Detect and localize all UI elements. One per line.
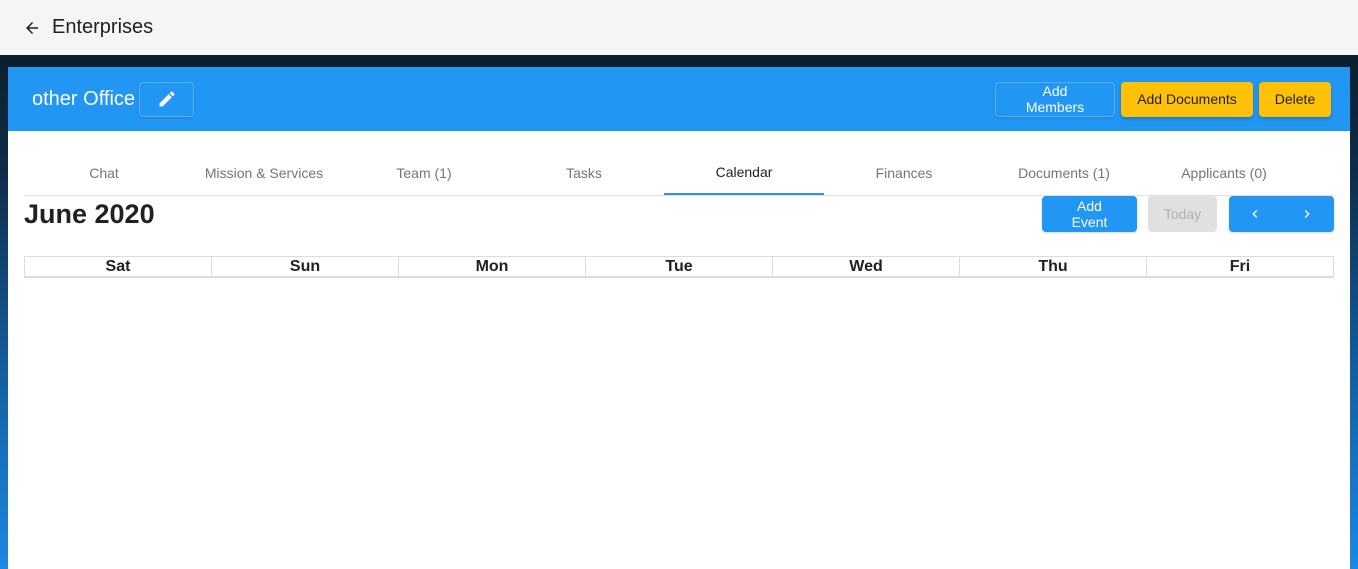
tab-finances[interactable]: Finances — [824, 151, 984, 195]
arrow-left-icon[interactable] — [22, 18, 42, 38]
prev-month-button[interactable] — [1229, 196, 1281, 232]
next-month-button[interactable] — [1281, 196, 1333, 232]
card-header: other Office Add Members Add Documents D… — [8, 67, 1350, 131]
tab-tasks[interactable]: Tasks — [504, 151, 664, 195]
app-bar: Enterprises — [0, 0, 1358, 55]
tab-calendar[interactable]: Calendar — [664, 151, 824, 195]
weekday-thu: Thu — [960, 257, 1147, 276]
weekday-sun: Sun — [212, 257, 399, 276]
calendar-month-title: June 2020 — [24, 199, 155, 229]
pencil-icon — [157, 89, 177, 109]
office-name: other Office — [32, 87, 136, 110]
weekday-wed: Wed — [773, 257, 960, 276]
chevron-right-icon — [1299, 206, 1315, 222]
enterprise-card: other Office Add Members Add Documents D… — [8, 67, 1350, 569]
edit-button[interactable] — [139, 81, 195, 117]
weekday-fri: Fri — [1229, 257, 1251, 275]
add-documents-button[interactable]: Add Documents — [1121, 81, 1253, 117]
chevron-left-icon — [1247, 206, 1263, 222]
weekday-sat: Sat — [25, 257, 212, 276]
weekday-tue: Tue — [586, 257, 773, 276]
tab-mission-services[interactable]: Mission & Services — [184, 151, 344, 195]
calendar-weekday-header: Sat Sun Mon Tue Wed Thu Fri — [24, 256, 1334, 278]
tab-applicants[interactable]: Applicants (0) — [1144, 151, 1304, 195]
add-event-button[interactable]: Add Event — [1042, 196, 1137, 232]
tab-chat[interactable]: Chat — [24, 151, 184, 195]
page-title: Enterprises — [52, 16, 154, 38]
tab-team[interactable]: Team (1) — [344, 151, 504, 195]
calendar-nav-group — [1229, 196, 1334, 232]
delete-button[interactable]: Delete — [1259, 81, 1331, 117]
calendar-controls: Add Event Today — [1042, 196, 1334, 232]
add-members-button[interactable]: Add Members — [995, 81, 1115, 117]
tab-documents[interactable]: Documents (1) — [984, 151, 1144, 195]
weekday-mon: Mon — [399, 257, 586, 276]
tab-bar: Chat Mission & Services Team (1) Tasks C… — [24, 151, 1334, 196]
today-button[interactable]: Today — [1148, 196, 1217, 232]
